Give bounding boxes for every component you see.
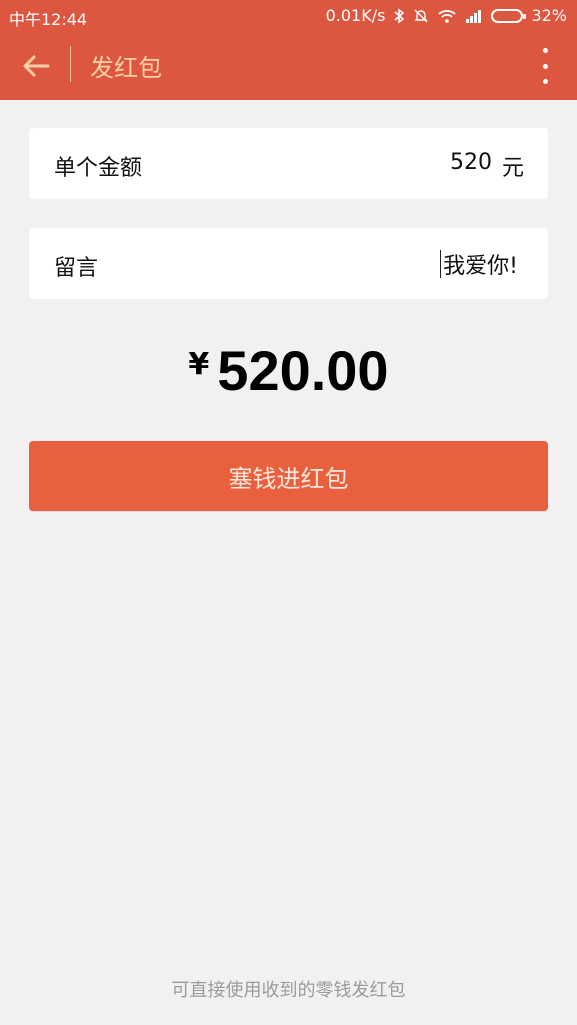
- toolbar-divider: [70, 46, 71, 82]
- amount-unit: 元: [501, 156, 524, 181]
- status-time: 中午12:44: [9, 10, 88, 29]
- status-bar: 中午12:44 0.01K/s 32%: [0, 0, 577, 32]
- message-input[interactable]: 我爱你!: [440, 248, 518, 280]
- back-button[interactable]: [16, 46, 56, 86]
- message-value: 我爱你!: [443, 254, 518, 279]
- page-title: 发红包: [90, 54, 162, 82]
- footer-note: 可直接使用收到的零钱发红包: [171, 980, 406, 1001]
- app-header: 中午12:44 0.01K/s 32% 发红包: [0, 0, 577, 100]
- message-field[interactable]: 留言 我爱你!: [29, 228, 548, 299]
- amount-value[interactable]: 520: [450, 150, 492, 182]
- currency-symbol: ¥: [188, 347, 210, 382]
- text-cursor: [440, 250, 442, 278]
- amount-value-group: 520 元: [450, 150, 524, 182]
- mute-icon: [413, 8, 429, 24]
- total-value: 520.00: [217, 339, 389, 402]
- amount-field[interactable]: 单个金额 520 元: [29, 128, 548, 199]
- more-button[interactable]: [535, 48, 555, 84]
- more-vertical-icon: [542, 48, 548, 53]
- battery-percent: 32%: [531, 6, 567, 25]
- total-amount: ¥520.00: [0, 338, 577, 403]
- wifi-icon: [437, 8, 457, 24]
- status-right: 0.01K/s 32%: [326, 6, 567, 25]
- message-label: 留言: [54, 256, 99, 281]
- bluetooth-icon: [393, 7, 405, 24]
- toolbar: 发红包: [0, 32, 577, 100]
- amount-label: 单个金额: [54, 156, 143, 181]
- arrow-left-icon: [23, 55, 50, 77]
- battery-icon: [491, 8, 527, 23]
- submit-button[interactable]: 塞钱进红包: [29, 441, 548, 511]
- signal-icon: [465, 9, 483, 23]
- network-speed: 0.01K/s: [325, 6, 386, 25]
